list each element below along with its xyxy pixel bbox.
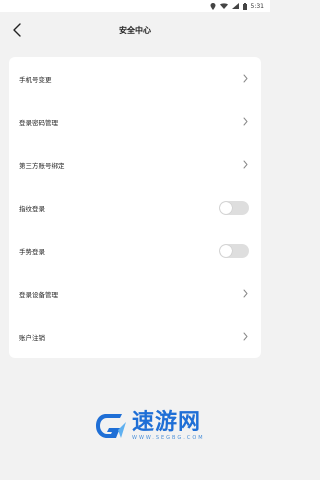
toggle-knob	[220, 244, 232, 257]
item-gesture-login: 手势登录	[9, 229, 261, 272]
item-fingerprint-login: 指纹登录	[9, 186, 261, 229]
wifi-icon	[219, 3, 228, 9]
chevron-left-icon	[13, 23, 21, 37]
item-label: 登录密码管理	[19, 118, 58, 127]
status-bar: 5:31	[0, 0, 270, 12]
chevron-right-icon	[241, 289, 249, 299]
watermark: 速游网 WWW.SEGBG.COM	[92, 408, 205, 444]
chevron-right-icon	[241, 332, 249, 342]
watermark-brand: 速游网	[132, 410, 202, 435]
fingerprint-toggle[interactable]	[219, 200, 249, 215]
item-label: 指纹登录	[19, 204, 45, 213]
item-label: 手机号变更	[19, 75, 52, 84]
item-label: 手势登录	[19, 247, 45, 256]
back-button[interactable]	[8, 21, 26, 39]
chevron-right-icon	[241, 74, 249, 84]
watermark-logo-icon	[96, 414, 126, 438]
chevron-right-icon	[241, 160, 249, 170]
battery-icon	[242, 2, 247, 10]
page-title: 安全中心	[119, 26, 151, 35]
header: 安全中心	[0, 12, 270, 49]
item-login-password[interactable]: 登录密码管理	[9, 100, 261, 143]
watermark-url: WWW.SEGBG.COM	[132, 435, 205, 441]
toggle-knob	[220, 201, 232, 214]
item-label: 第三方账号绑定	[19, 161, 65, 170]
item-login-devices[interactable]: 登录设备管理	[9, 272, 261, 315]
status-time: 5:31	[250, 2, 264, 10]
item-account-cancel[interactable]: 账户注销	[9, 315, 261, 358]
location-icon	[210, 2, 216, 10]
settings-list: 手机号变更 登录密码管理 第三方账号绑定 指纹登录 手势登录 登录设备管理 账户…	[9, 57, 261, 358]
item-label: 账户注销	[19, 333, 45, 342]
gesture-toggle[interactable]	[219, 243, 249, 258]
chevron-right-icon	[241, 117, 249, 127]
item-phone-change[interactable]: 手机号变更	[9, 57, 261, 100]
item-third-party-binding[interactable]: 第三方账号绑定	[9, 143, 261, 186]
item-label: 登录设备管理	[19, 290, 58, 299]
signal-icon	[231, 3, 239, 9]
